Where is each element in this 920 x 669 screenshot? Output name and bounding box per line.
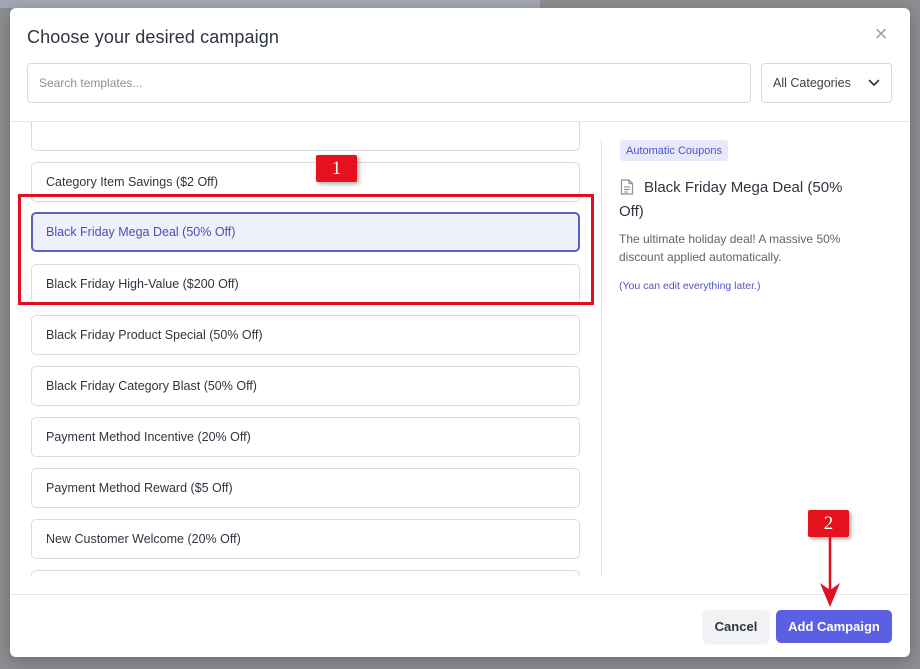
category-select-value: All Categories bbox=[773, 76, 851, 90]
annotation-step-1: 1 bbox=[316, 155, 357, 182]
search-input[interactable] bbox=[27, 63, 751, 103]
template-item[interactable]: Payment Method Incentive (20% Off) bbox=[31, 417, 580, 457]
add-campaign-button[interactable]: Add Campaign bbox=[776, 610, 892, 643]
template-item-selected[interactable]: Black Friday Mega Deal (50% Off) bbox=[31, 212, 580, 252]
template-item[interactable]: New Customer Welcome (20% Off) bbox=[31, 519, 580, 559]
template-list[interactable]: Category Item Savings ($2 Off) Black Fri… bbox=[10, 122, 600, 576]
modal-title: Choose your desired campaign bbox=[27, 27, 279, 47]
footer-divider bbox=[10, 594, 910, 595]
preview-title: Black Friday Mega Deal (50% Off) bbox=[619, 179, 843, 220]
campaign-modal: Choose your desired campaign × All Categ… bbox=[10, 8, 910, 657]
chevron-down-icon bbox=[868, 79, 880, 86]
template-item[interactable]: Payment Method Reward ($5 Off) bbox=[31, 468, 580, 508]
template-item-partial[interactable] bbox=[31, 122, 580, 151]
template-item[interactable]: Black Friday Category Blast (50% Off) bbox=[31, 366, 580, 406]
panel-divider bbox=[601, 140, 602, 576]
template-item-partial[interactable] bbox=[31, 570, 580, 576]
template-item[interactable]: Category Item Savings ($2 Off) bbox=[31, 162, 580, 202]
cancel-button[interactable]: Cancel bbox=[703, 610, 769, 643]
close-icon[interactable]: × bbox=[870, 23, 892, 46]
background-window-strip bbox=[0, 0, 540, 8]
annotation-step-2: 2 bbox=[808, 510, 849, 537]
category-select[interactable]: All Categories bbox=[761, 63, 892, 103]
category-badge: Automatic Coupons bbox=[620, 140, 728, 161]
template-item[interactable]: Black Friday Product Special (50% Off) bbox=[31, 315, 580, 355]
template-item[interactable]: Black Friday High-Value ($200 Off) bbox=[31, 264, 580, 304]
preview-description: The ultimate holiday deal! A massive 50%… bbox=[619, 232, 841, 264]
preview-note: (You can edit everything later.) bbox=[619, 280, 761, 292]
annotation-arrow-icon bbox=[820, 537, 840, 607]
